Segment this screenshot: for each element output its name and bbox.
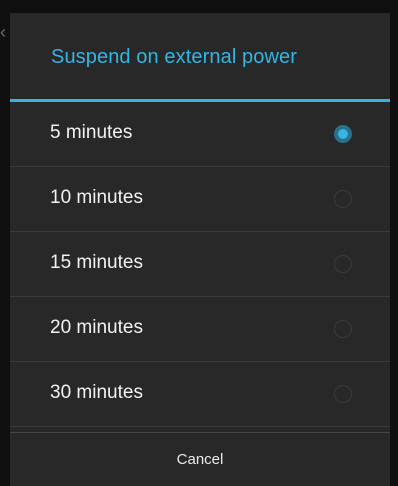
radio-checked-icon[interactable] — [334, 125, 352, 143]
option-label: 10 minutes — [50, 187, 143, 208]
option-10-minutes[interactable]: 10 minutes — [10, 167, 390, 232]
radio-unchecked-icon[interactable] — [334, 320, 352, 338]
radio-unchecked-icon[interactable] — [334, 190, 352, 208]
option-20-minutes[interactable]: 20 minutes — [10, 297, 390, 362]
dialog-title: Suspend on external power — [51, 46, 297, 68]
option-15-minutes[interactable]: 15 minutes — [10, 232, 390, 297]
radio-unchecked-icon[interactable] — [334, 385, 352, 403]
option-30-minutes[interactable]: 30 minutes — [10, 362, 390, 427]
option-label: 15 minutes — [50, 252, 143, 273]
option-5-minutes[interactable]: 5 minutes — [10, 102, 390, 167]
option-list: 5 minutes 10 minutes 15 minutes 20 minut… — [10, 102, 390, 431]
option-label: 20 minutes — [50, 317, 143, 338]
option-label: 30 minutes — [50, 382, 143, 403]
cancel-button[interactable]: Cancel — [10, 433, 390, 486]
suspend-dialog: Suspend on external power 5 minutes 10 m… — [10, 13, 390, 486]
option-label: 5 minutes — [50, 122, 133, 143]
radio-unchecked-icon[interactable] — [334, 255, 352, 273]
